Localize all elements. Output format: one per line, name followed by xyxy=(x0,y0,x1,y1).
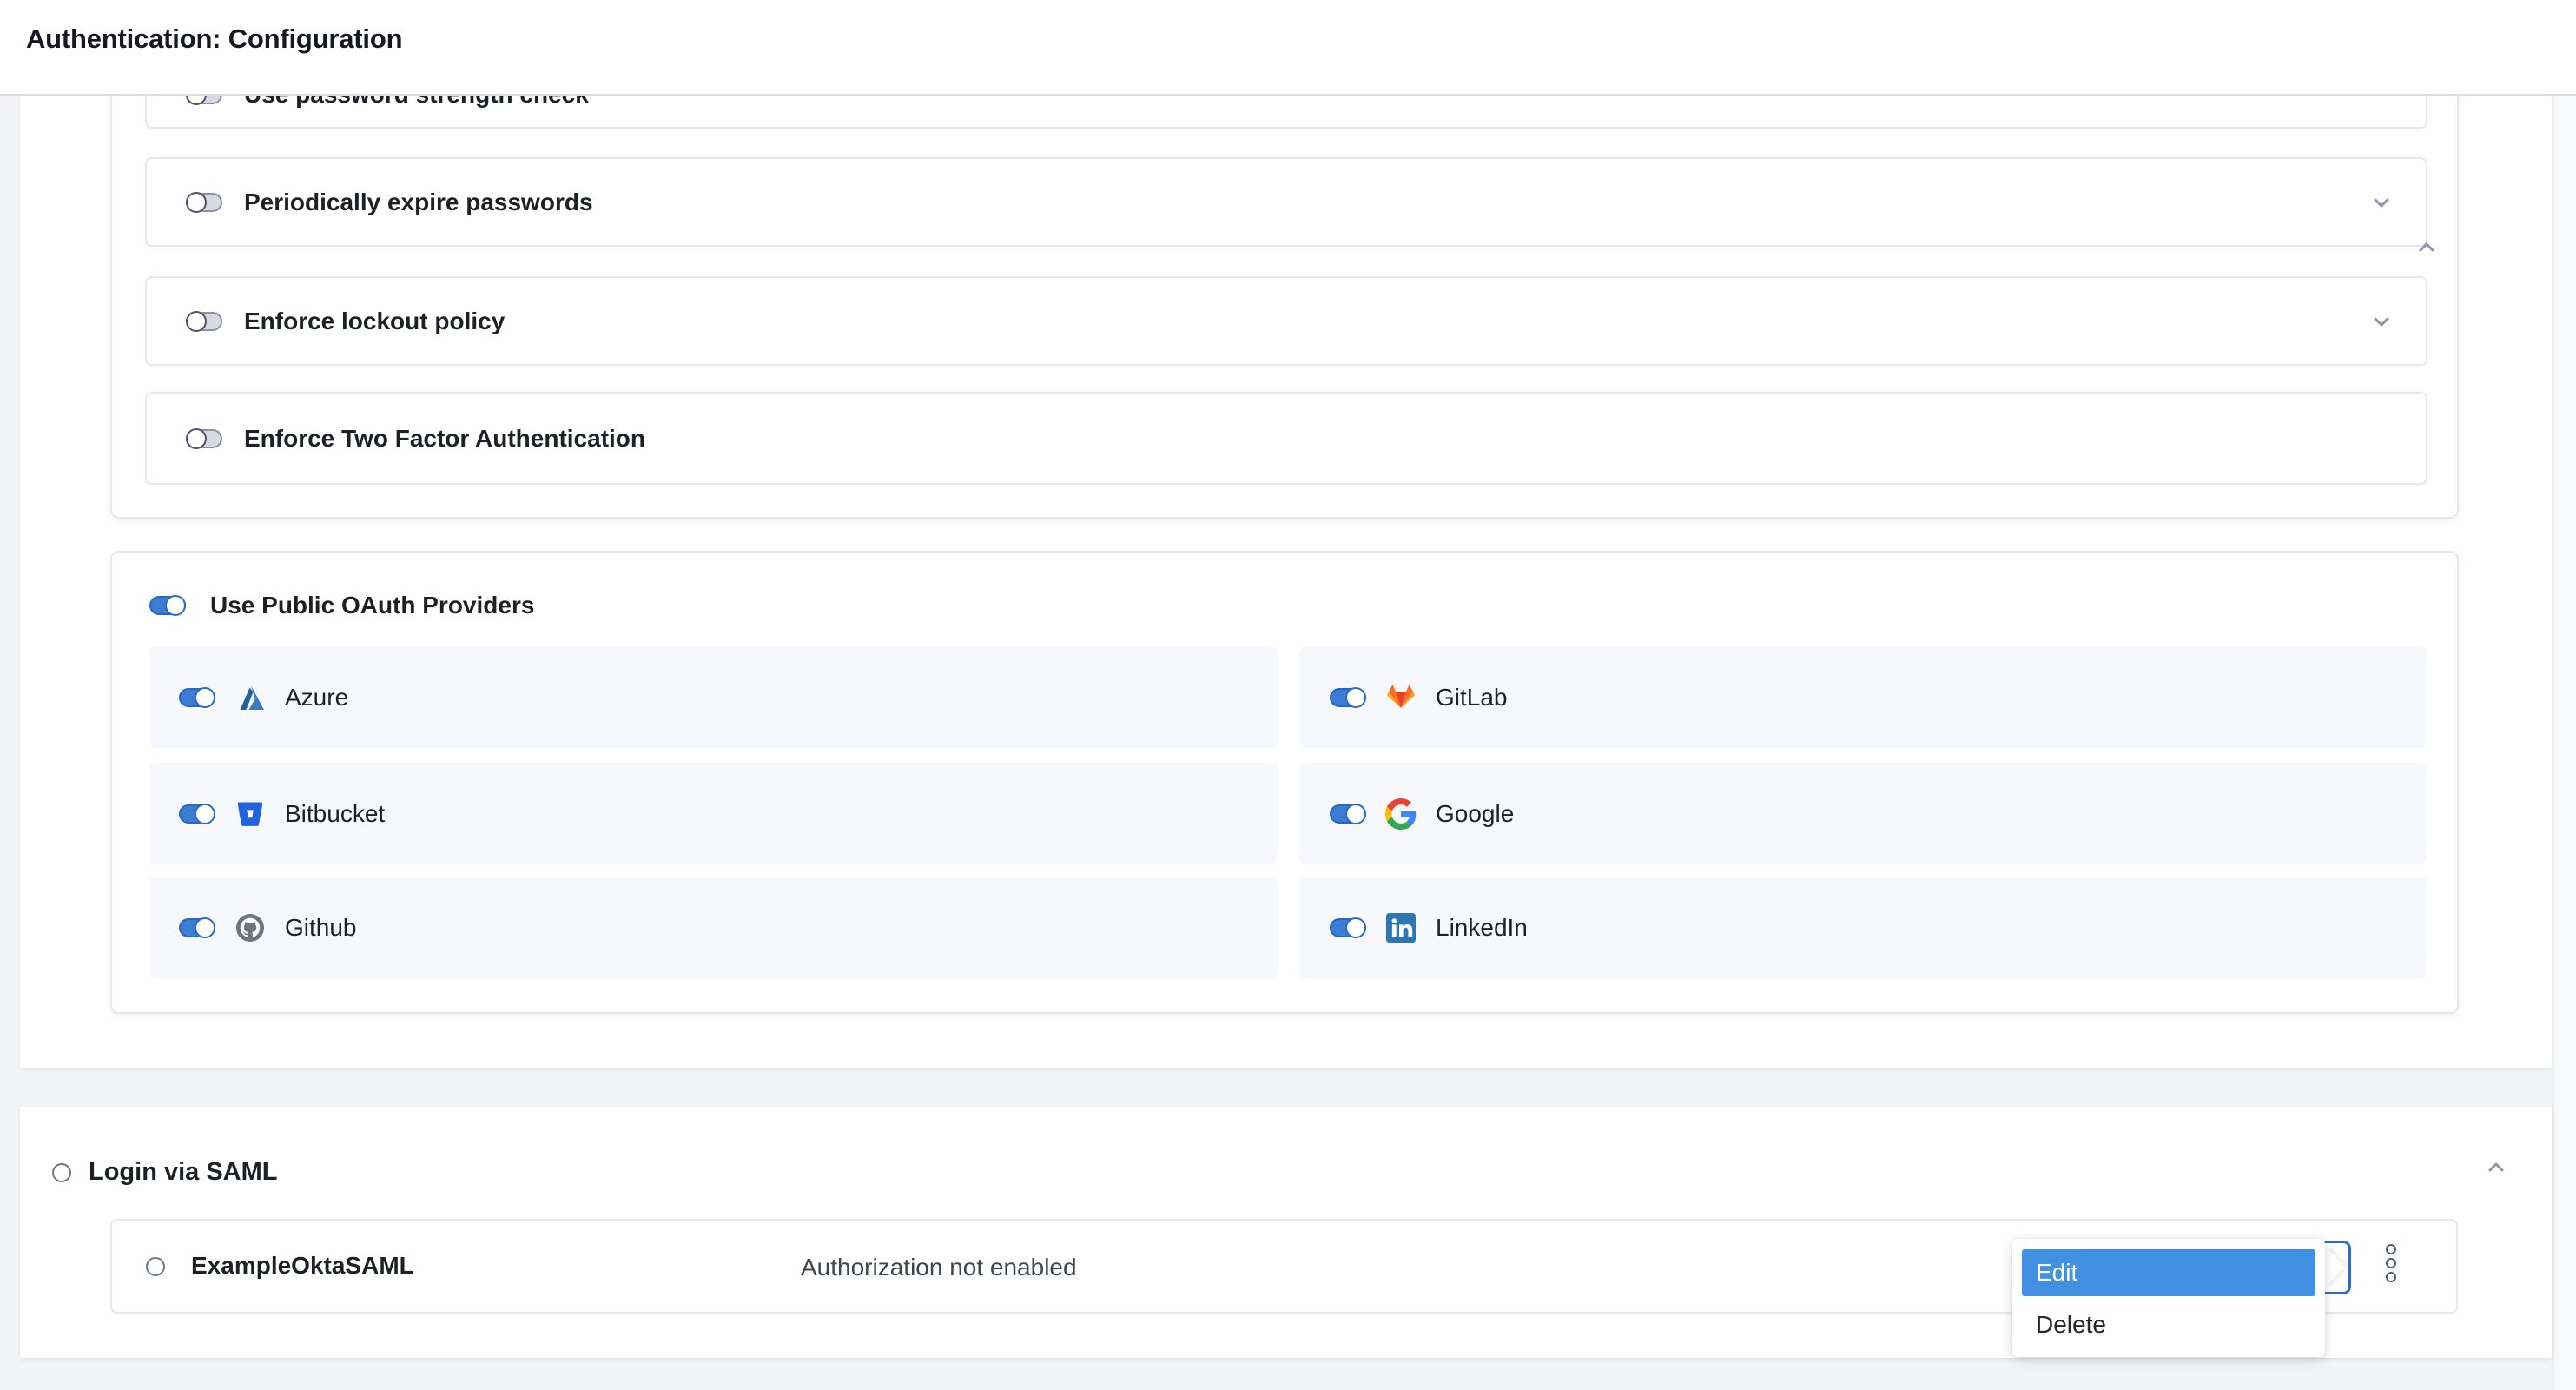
oauth-master-toggle[interactable] xyxy=(149,596,186,615)
kebab-dot xyxy=(2386,1272,2396,1282)
setting-label: Periodically expire passwords xyxy=(244,189,593,216)
provider-tile-github: Github xyxy=(149,877,1278,979)
bitbucket-icon xyxy=(234,798,266,830)
setting-label: Enforce Two Factor Authentication xyxy=(244,425,645,453)
gitlab-toggle[interactable] xyxy=(1330,688,1366,707)
provider-tile-azure: Azure xyxy=(149,646,1278,748)
kebab-dot xyxy=(2386,1244,2396,1254)
context-menu-item-edit[interactable]: Edit xyxy=(2022,1249,2315,1296)
toggle-knob xyxy=(195,804,215,824)
context-menu-item-delete[interactable]: Delete xyxy=(2022,1303,2315,1347)
bitbucket-toggle[interactable] xyxy=(179,804,215,824)
toggle-knob xyxy=(1345,917,1366,938)
google-icon xyxy=(1385,798,1417,830)
toggle-knob xyxy=(1345,804,1366,824)
kebab-dot xyxy=(2386,1258,2396,1268)
setting-row-two-factor: Enforce Two Factor Authentication xyxy=(145,392,2427,485)
setting-row-expire-passwords: Periodically expire passwords xyxy=(145,157,2427,247)
page-header: Authentication: Configuration xyxy=(0,0,2576,96)
scrollbar-gutter[interactable] xyxy=(2552,96,2576,1390)
saml-connection-status: Authorization not enabled xyxy=(801,1254,1077,1281)
two-factor-toggle[interactable] xyxy=(186,429,222,448)
provider-label: Azure xyxy=(285,684,348,712)
toggle-knob xyxy=(1345,687,1366,708)
toggle-knob xyxy=(186,192,207,213)
oauth-providers-card: Use Public OAuth Providers Azure xyxy=(110,551,2459,1014)
setting-label: Enforce lockout policy xyxy=(244,308,505,335)
provider-tile-google: Google xyxy=(1299,763,2427,864)
toggle-knob xyxy=(165,595,186,616)
linkedin-icon xyxy=(1385,912,1417,943)
chevron-down-icon[interactable] xyxy=(2370,191,2393,214)
provider-label: Bitbucket xyxy=(285,800,385,828)
saml-connection-radio[interactable] xyxy=(146,1257,165,1276)
context-menu: Edit Delete xyxy=(2012,1239,2325,1357)
gitlab-icon xyxy=(1385,682,1417,713)
lockout-policy-toggle[interactable] xyxy=(186,312,222,331)
azure-toggle[interactable] xyxy=(179,688,215,707)
toggle-knob xyxy=(186,311,207,332)
kebab-menu-icon[interactable] xyxy=(2386,1244,2396,1282)
provider-tile-gitlab: GitLab xyxy=(1299,646,2427,748)
authentication-settings-page: Use password strength check Periodically… xyxy=(0,0,2576,1390)
provider-tile-linkedin: LinkedIn xyxy=(1299,877,2427,979)
toggle-knob xyxy=(186,428,207,449)
toggle-knob xyxy=(195,687,215,708)
settings-panel: Use password strength check Periodically… xyxy=(20,96,2552,1068)
github-toggle[interactable] xyxy=(179,918,215,937)
saml-section-label: Login via SAML xyxy=(89,1158,278,1187)
provider-label: GitLab xyxy=(1436,684,1508,712)
provider-label: LinkedIn xyxy=(1436,914,1528,942)
google-toggle[interactable] xyxy=(1330,804,1366,824)
provider-tile-bitbucket: Bitbucket xyxy=(149,763,1278,864)
expire-passwords-toggle[interactable] xyxy=(186,193,222,212)
saml-section-radio[interactable] xyxy=(52,1163,71,1182)
github-icon xyxy=(234,912,266,943)
saml-panel: Login via SAML ExampleOktaSAML Authoriza… xyxy=(20,1107,2552,1358)
page-title: Authentication: Configuration xyxy=(26,23,402,55)
chevron-down-icon[interactable] xyxy=(2370,310,2393,333)
chevron-up-icon[interactable] xyxy=(2485,1155,2507,1178)
linkedin-toggle[interactable] xyxy=(1330,918,1366,937)
oauth-section-label: Use Public OAuth Providers xyxy=(210,592,534,619)
chevron-up-icon[interactable] xyxy=(2415,235,2438,258)
saml-connection-name: ExampleOktaSAML xyxy=(191,1252,414,1280)
setting-row-lockout-policy: Enforce lockout policy xyxy=(145,276,2427,366)
azure-icon xyxy=(234,682,266,713)
provider-label: Github xyxy=(285,914,357,942)
toggle-knob xyxy=(195,917,215,938)
provider-label: Google xyxy=(1436,800,1514,828)
